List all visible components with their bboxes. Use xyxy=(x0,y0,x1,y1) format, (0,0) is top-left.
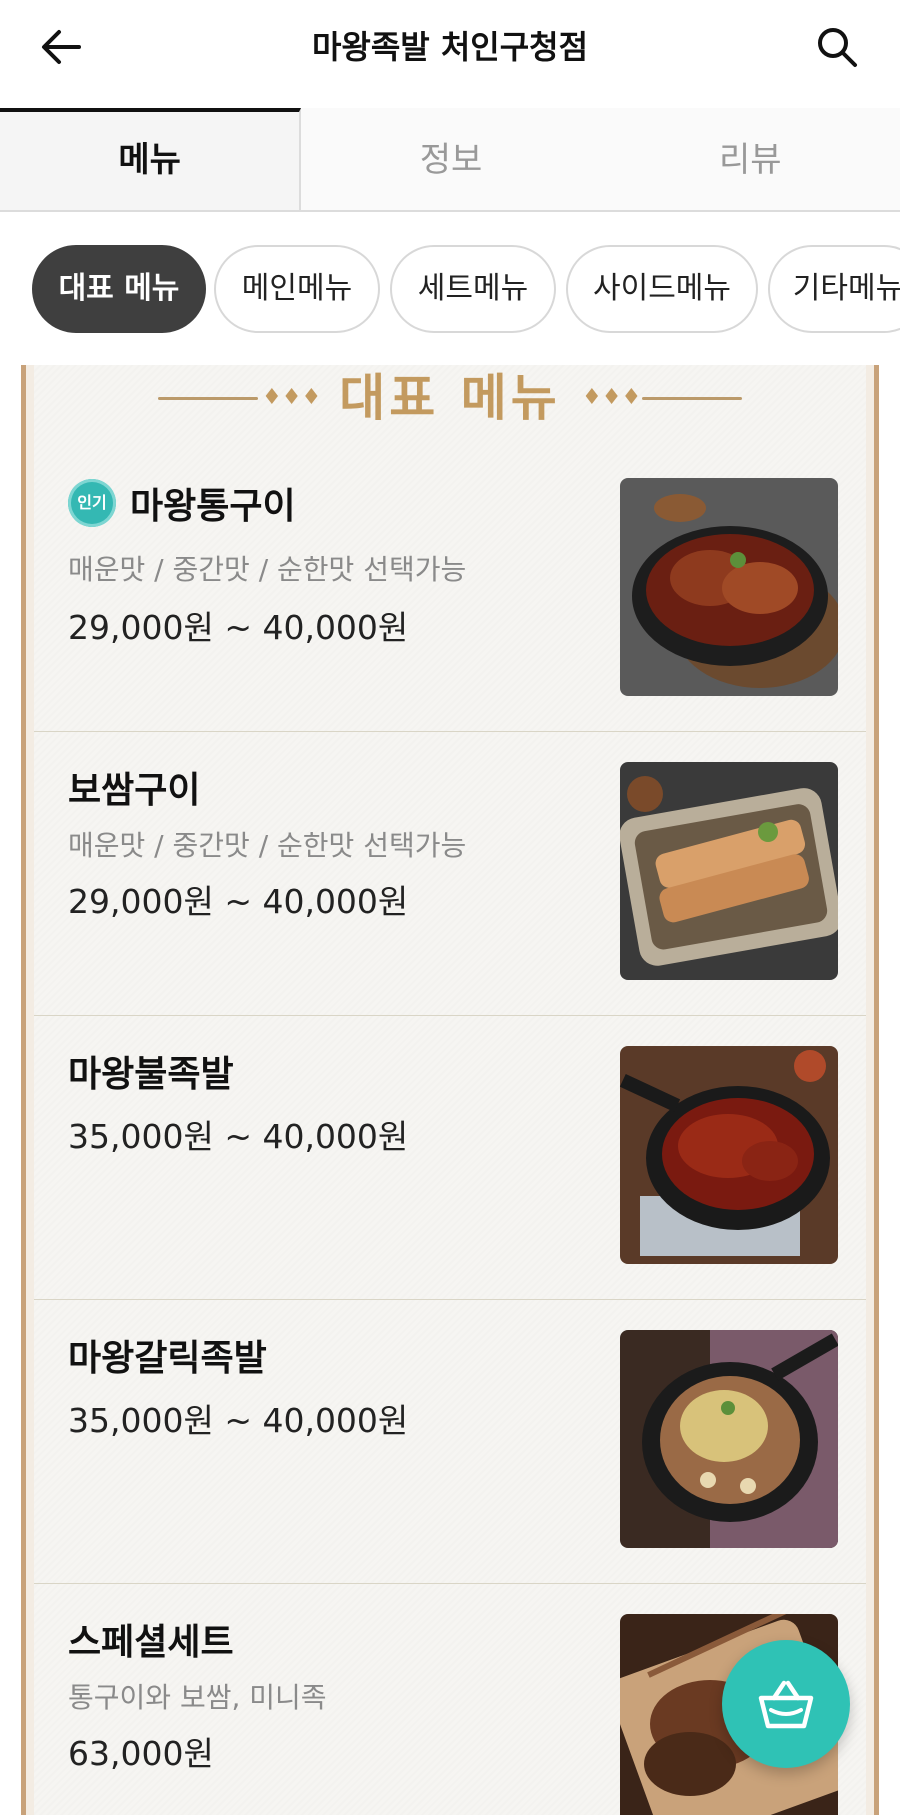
cart-button[interactable] xyxy=(722,1640,850,1768)
arrow-left-icon xyxy=(42,30,81,64)
item-description: 매운맛 / 중간맛 / 순한맛 선택가능 xyxy=(68,829,467,862)
tab-menu[interactable]: 메뉴 xyxy=(0,108,302,210)
app-header: 마왕족발 처인구청점 xyxy=(0,0,900,95)
banner-line-right xyxy=(642,397,742,400)
item-name-row: 마왕불족발 xyxy=(68,1046,234,1096)
basket-icon xyxy=(758,1680,814,1729)
item-name: 마왕통구이 xyxy=(130,486,296,527)
chip-main-menu[interactable]: 메인메뉴 xyxy=(214,245,380,333)
item-name: 마왕불족발 xyxy=(68,1054,234,1095)
item-name-row: 마왕갈릭족발 xyxy=(68,1330,267,1380)
board-frame-left xyxy=(18,365,34,1815)
menu-item[interactable]: 보쌈구이 매운맛 / 중간맛 / 순한맛 선택가능 29,000원 ~ 40,0… xyxy=(34,732,866,1016)
item-photo xyxy=(620,1046,838,1264)
chip-signature-menu[interactable]: 대표 메뉴 xyxy=(32,245,206,333)
store-tabs: 메뉴 정보 리뷰 xyxy=(0,108,900,212)
menu-item[interactable]: 마왕불족발 35,000원 ~ 40,000원 xyxy=(34,1016,866,1300)
category-chips: 대표 메뉴 메인메뉴 세트메뉴 사이드메뉴 기타메뉴 xyxy=(0,212,900,367)
item-price: 35,000원 ~ 40,000원 xyxy=(68,1401,409,1440)
food-image-spicy-jokbal xyxy=(620,1046,838,1264)
item-photo xyxy=(620,762,838,980)
item-description: 통구이와 보쌈, 미니족 xyxy=(68,1681,327,1714)
menu-item[interactable]: 인기 마왕통구이 매운맛 / 중간맛 / 순한맛 선택가능 29,000원 ~ … xyxy=(34,448,866,732)
section-banner: ♦♦♦ 대표 메뉴 ♦♦♦ xyxy=(150,365,750,431)
chip-set-menu[interactable]: 세트메뉴 xyxy=(390,245,556,333)
food-image-garlic-jokbal xyxy=(620,1330,838,1548)
food-image-bossam xyxy=(620,762,838,980)
tab-review[interactable]: 리뷰 xyxy=(601,108,900,210)
item-photo xyxy=(620,478,838,696)
item-name: 마왕갈릭족발 xyxy=(68,1338,267,1379)
section-title: 대표 메뉴 xyxy=(339,369,561,427)
item-name-row: 보쌈구이 xyxy=(68,762,200,812)
tab-info[interactable]: 정보 xyxy=(301,108,600,210)
banner-line-left xyxy=(158,397,258,400)
banner-ornament-right: ♦♦♦ xyxy=(582,385,642,410)
item-name-row: 인기 마왕통구이 xyxy=(68,478,296,528)
item-name: 스페셜세트 xyxy=(68,1622,234,1663)
menu-item[interactable]: 마왕갈릭족발 35,000원 ~ 40,000원 xyxy=(34,1300,866,1584)
item-photo xyxy=(620,1330,838,1548)
board-frame-right xyxy=(866,365,882,1815)
search-icon xyxy=(818,28,857,67)
item-name-row: 스페셜세트 xyxy=(68,1614,234,1664)
search-button[interactable] xyxy=(810,20,864,74)
item-price: 63,000원 xyxy=(68,1734,214,1773)
back-button[interactable] xyxy=(34,20,88,74)
item-price: 35,000원 ~ 40,000원 xyxy=(68,1117,409,1156)
popular-badge: 인기 xyxy=(68,479,116,527)
item-price: 29,000원 ~ 40,000원 xyxy=(68,608,409,647)
page-title: 마왕족발 처인구청점 xyxy=(311,28,589,66)
food-image-grilled-pork xyxy=(620,478,838,696)
chip-etc-menu[interactable]: 기타메뉴 xyxy=(768,245,900,333)
item-name: 보쌈구이 xyxy=(68,770,201,811)
chip-side-menu[interactable]: 사이드메뉴 xyxy=(566,245,758,333)
item-description: 매운맛 / 중간맛 / 순한맛 선택가능 xyxy=(68,553,467,586)
item-price: 29,000원 ~ 40,000원 xyxy=(68,882,409,921)
